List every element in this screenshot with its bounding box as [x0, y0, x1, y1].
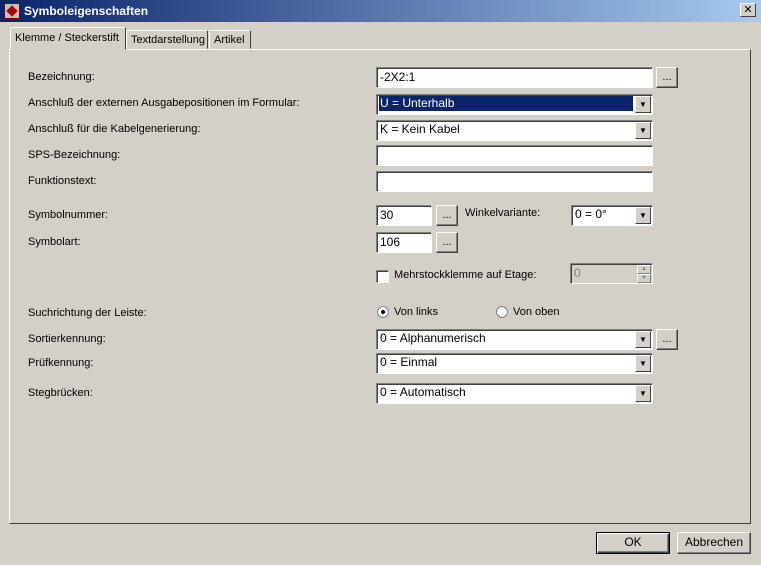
radio-von-oben-label: Von oben: [513, 306, 560, 318]
chevron-down-icon[interactable]: ▼: [635, 385, 651, 402]
tab-artikel[interactable]: Artikel: [209, 30, 251, 49]
anschluss-kabel-select[interactable]: K = Kein Kabel ▼: [376, 120, 653, 141]
winkelvariante-select[interactable]: 0 = 0° ▼: [571, 205, 653, 226]
spin-down-icon[interactable]: ▼: [637, 274, 651, 283]
chevron-down-icon[interactable]: ▼: [635, 355, 651, 372]
anschluss-kabel-value: K = Kein Kabel: [380, 122, 460, 136]
stegbruecken-select[interactable]: 0 = Automatisch ▼: [376, 383, 653, 404]
chevron-down-icon[interactable]: ▼: [635, 331, 651, 348]
chevron-down-icon[interactable]: ▼: [635, 207, 651, 224]
suchrichtung-label: Suchrichtung der Leiste:: [28, 307, 147, 319]
stegbruecken-label: Stegbrücken:: [28, 387, 93, 399]
anschluss-kabel-label: Anschluß für die Kabelgenerierung:: [28, 123, 201, 135]
sortierkennung-value: 0 = Alphanumerisch: [380, 331, 486, 345]
bezeichnung-browse-button[interactable]: ...: [656, 67, 678, 88]
funktionstext-input[interactable]: [376, 171, 653, 192]
symbolnummer-label: Symbolnummer:: [28, 209, 109, 221]
symbolart-label: Symbolart:: [28, 236, 81, 248]
spin-up-icon[interactable]: ▲: [637, 265, 651, 274]
anschluss-ausgabe-value: U = Unterhalb: [379, 96, 633, 111]
mehrstock-label: Mehrstockklemme auf Etage:: [394, 269, 537, 281]
stegbruecken-value: 0 = Automatisch: [380, 385, 466, 399]
funktionstext-label: Funktionstext:: [28, 175, 97, 187]
radio-von-oben[interactable]: [496, 306, 508, 318]
tab-textdarstellung[interactable]: Textdarstellung: [126, 30, 208, 49]
symbolart-browse-button[interactable]: ...: [436, 232, 458, 253]
radio-von-links-label: Von links: [394, 306, 439, 318]
bezeichnung-input[interactable]: -2X2:1: [376, 67, 653, 88]
sortierkennung-select[interactable]: 0 = Alphanumerisch ▼: [376, 329, 653, 350]
pruefkennung-select[interactable]: 0 = Einmal ▼: [376, 353, 653, 374]
symbolart-input[interactable]: 106: [376, 232, 432, 253]
mehrstock-checkbox[interactable]: [376, 270, 389, 283]
ok-button[interactable]: OK: [596, 532, 670, 554]
symbolnummer-browse-button[interactable]: ...: [436, 205, 458, 226]
tab-klemme-steckerstift[interactable]: Klemme / Steckerstift: [10, 27, 126, 50]
radio-von-links[interactable]: [377, 306, 389, 318]
cancel-button[interactable]: Abbrechen: [677, 532, 751, 554]
bezeichnung-label: Bezeichnung:: [28, 71, 95, 83]
winkelvariante-label: Winkelvariante:: [465, 207, 541, 219]
anschluss-ausgabe-select[interactable]: U = Unterhalb ▼: [376, 94, 653, 115]
sortierkennung-browse-button[interactable]: ...: [656, 329, 678, 350]
sortierkennung-label: Sortierkennung:: [28, 333, 106, 345]
winkelvariante-value: 0 = 0°: [575, 207, 607, 221]
chevron-down-icon[interactable]: ▼: [635, 96, 651, 113]
pruefkennung-value: 0 = Einmal: [380, 355, 438, 369]
app-icon: [4, 3, 20, 19]
pruefkennung-label: Prüfkennung:: [28, 357, 94, 369]
sps-bezeichnung-label: SPS-Bezeichnung:: [28, 149, 121, 161]
chevron-down-icon[interactable]: ▼: [635, 122, 651, 139]
window-title: Symboleigenschaften: [24, 4, 149, 18]
symbolnummer-input[interactable]: 30: [376, 205, 432, 226]
anschluss-ausgabe-label: Anschluß der externen Ausgabepositionen …: [28, 97, 300, 109]
close-button[interactable]: ✕: [740, 3, 756, 17]
title-bar: Symboleigenschaften ✕: [0, 0, 761, 22]
sps-bezeichnung-input[interactable]: [376, 145, 653, 166]
